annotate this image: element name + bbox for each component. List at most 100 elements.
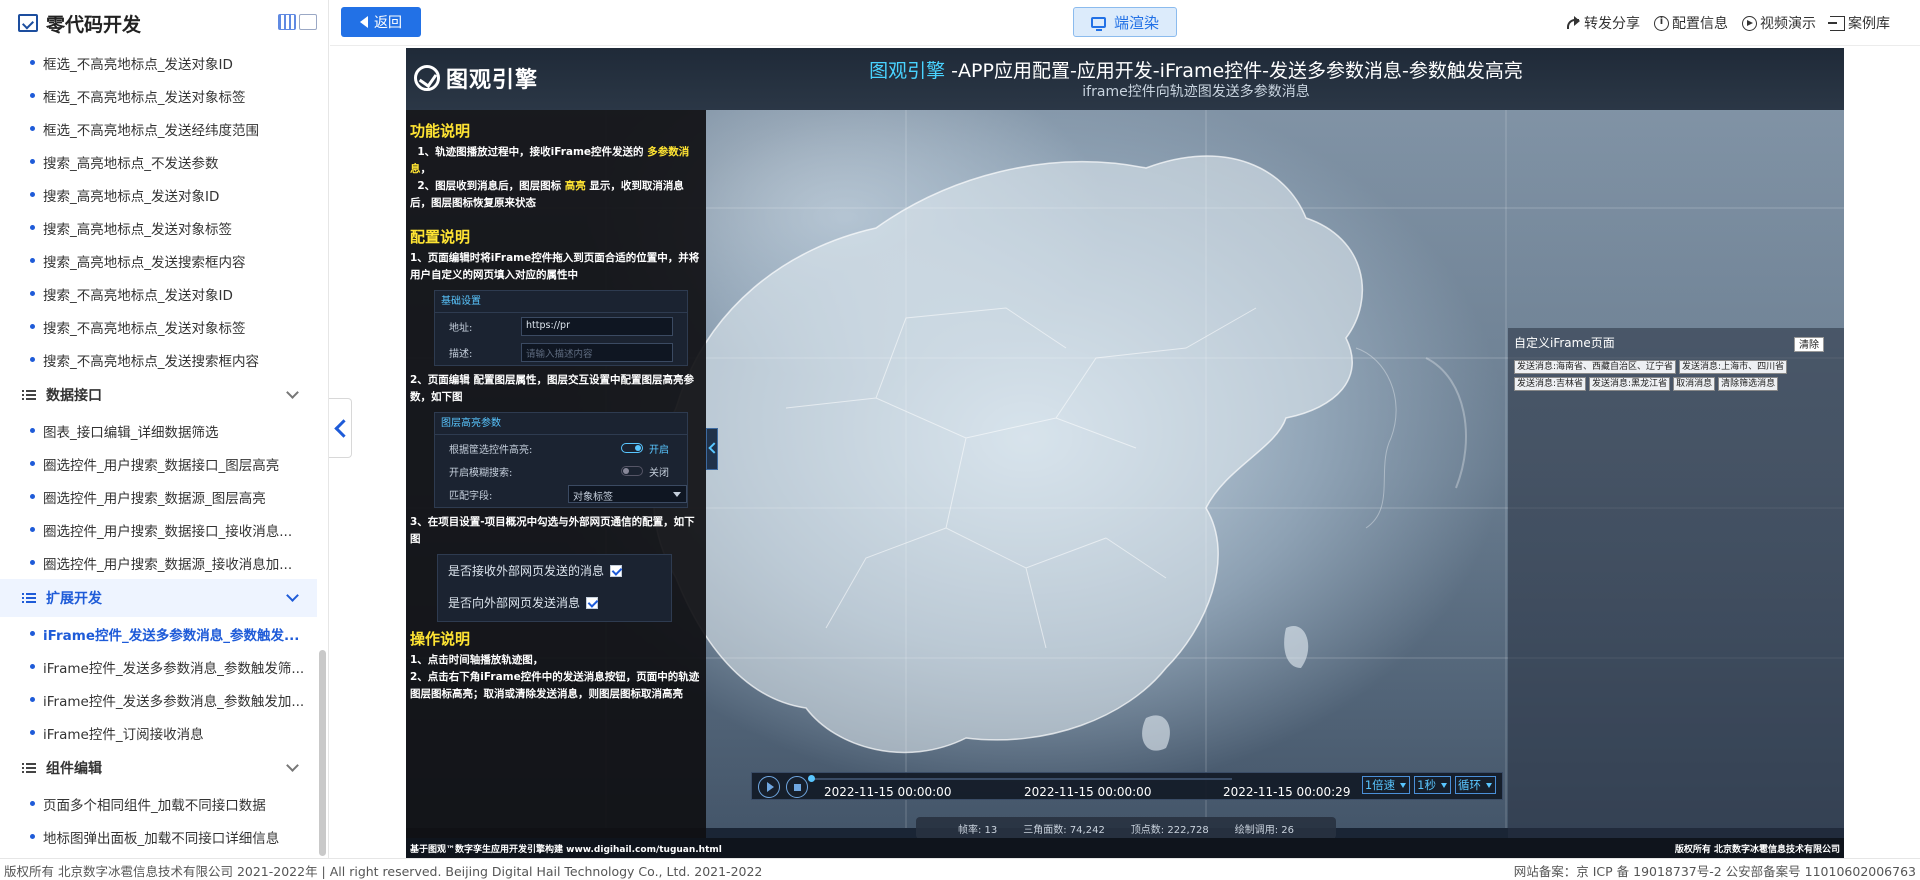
match-field-select: 对象标签 <box>567 485 687 503</box>
sidebar-item[interactable]: iFrame控件_发送多参数消息_参数触发加... <box>0 683 317 716</box>
scene-canvas[interactable]: 图观引擎 图观引擎 -APP应用配置-应用开发-iFrame控件-发送多参数消息… <box>406 48 1844 858</box>
sidebar-scrollbar[interactable] <box>319 650 326 856</box>
timeline-start: 2022-11-15 00:00:00 <box>824 785 952 799</box>
share-icon <box>1566 15 1581 31</box>
sidebar-item[interactable]: 搜索_不高亮地标点_发送对象ID <box>0 277 317 310</box>
loop-select[interactable]: 循环 <box>1455 776 1496 794</box>
back-button[interactable]: 返回 <box>341 7 421 37</box>
box-heading: 图层高亮参数 <box>435 413 687 435</box>
bullet-icon <box>30 291 35 296</box>
layer-highlight-box: 图层高亮参数 根据筐选控件高亮: 开启 开启模糊搜索: 关闭 匹配字段: 对象标签 <box>434 412 688 508</box>
send-msg-button[interactable]: 发送消息:海南省、西藏自治区、辽宁省 <box>1514 360 1677 374</box>
play-circle-icon <box>1742 15 1757 31</box>
bullet-icon <box>30 126 35 131</box>
config-info-button[interactable]: 配置信息 <box>1654 13 1728 33</box>
clear-button[interactable]: 清除 <box>1794 337 1824 352</box>
iframe-panel: 自定义iFrame页面 清除 发送消息:海南省、西藏自治区、辽宁省 发送消息:上… <box>1508 328 1844 846</box>
send-msg-button[interactable]: 发送消息:上海市、四川省 <box>1679 360 1788 374</box>
stop-icon[interactable] <box>786 776 808 798</box>
sidebar-collapse-button[interactable] <box>329 398 352 458</box>
chevron-down-icon <box>286 589 299 602</box>
step-select[interactable]: 1秒 <box>1414 776 1451 794</box>
sidebar-item[interactable]: 搜索_不高亮地标点_发送搜索框内容 <box>0 343 317 376</box>
sidebar-item[interactable]: 搜索_高亮地标点_发送搜索框内容 <box>0 244 317 277</box>
list-icon <box>22 762 36 774</box>
sidebar-item[interactable]: 框选_不高亮地标点_发送对象ID <box>0 46 317 79</box>
sidebar-item[interactable]: 圈选控件_用户搜索_数据源_图层高亮 <box>0 480 317 513</box>
bullet-icon <box>30 527 35 532</box>
sidebar-item[interactable]: 框选_不高亮地标点_发送对象标签 <box>0 79 317 112</box>
info-text: 2、点击右下角iFrame控件中的发送消息按钮，页面中的轨迹图层图标高亮；取消或… <box>410 671 700 700</box>
send-msg-button[interactable]: 发送消息:黑龙江省 <box>1589 377 1671 391</box>
bullet-icon <box>30 834 35 839</box>
info-panel: 功能说明 1、轨迹图播放过程中，接收iFrame控件发送的 多参数消息， 2、图… <box>406 110 706 846</box>
sidebar-item[interactable]: 图表_接口编辑_详细数据筛选 <box>0 414 317 447</box>
sidebar-item[interactable]: 圈选控件_用户搜索_数据接口_图层高亮 <box>0 447 317 480</box>
sidebar-item[interactable]: 页面多个相同组件_加载不同接口数据 <box>0 787 317 820</box>
sidebar-item[interactable]: 搜索_高亮地标点_发送对象标签 <box>0 211 317 244</box>
chevron-down-icon <box>286 759 299 772</box>
render-mode-button[interactable]: 端渲染 <box>1073 7 1177 37</box>
bullet-icon <box>30 730 35 735</box>
top-bar: 返回 端渲染 转发分享 配置信息 视频演示 案例库 <box>330 0 1920 46</box>
sidebar-item-active[interactable]: iFrame控件_发送多参数消息_参数触发... <box>0 617 317 650</box>
section-heading: 配置说明 <box>410 228 471 246</box>
bullet-icon <box>30 357 35 362</box>
chevron-down-icon <box>286 386 299 399</box>
info-text: 1、轨迹图播放过程中，接收iFrame控件发送的 多参数消息， <box>410 146 690 175</box>
icp-text: 网站备案：京 ICP 备 19018737号-2 公安部备案号 11010602… <box>1513 864 1916 879</box>
info-text: 1、页面编辑时将iFrame控件拖入到页面合适的位置中，并将用户自定义的网页填入… <box>410 252 700 281</box>
exit-icon <box>1828 15 1845 31</box>
sidebar-group-component-edit[interactable]: 组件编辑 <box>0 749 317 787</box>
sidebar-item[interactable]: iFrame控件_订阅接收消息 <box>0 716 317 749</box>
iframe-buttons: 发送消息:海南省、西藏自治区、辽宁省 发送消息:上海市、四川省 发送消息:吉林省… <box>1514 360 1834 391</box>
bullet-icon <box>30 697 35 702</box>
image-view-icon[interactable] <box>299 14 317 30</box>
settings-checkboxes: 是否接收外部网页发送的消息 是否向外部网页发送消息 <box>437 554 672 622</box>
sidebar-item[interactable]: 圈选控件_用户搜索_数据接口_接收消息... <box>0 513 317 546</box>
cancel-msg-button[interactable]: 取消消息 <box>1673 377 1716 391</box>
timeline-handle[interactable] <box>808 775 815 782</box>
speed-select[interactable]: 1倍速 <box>1361 776 1411 794</box>
play-icon[interactable] <box>758 776 780 798</box>
bullet-icon <box>30 664 35 669</box>
basic-settings-box: 基础设置 地址: https://pr 描述: 请输入描述内容 <box>434 290 688 366</box>
send-msg-button[interactable]: 发送消息:吉林省 <box>1514 377 1587 391</box>
sidebar-item[interactable]: 框选_不高亮地标点_发送经纬度范围 <box>0 112 317 145</box>
sidebar-item[interactable]: 搜索_不高亮地标点_发送对象标签 <box>0 310 317 343</box>
info-icon <box>1654 15 1669 31</box>
bullet-icon <box>30 93 35 98</box>
panel-collapse-handle[interactable] <box>706 428 718 470</box>
brand-logo: 图观引擎 <box>414 62 538 94</box>
address-field: https://pr <box>521 316 673 336</box>
sidebar-group-extension[interactable]: 扩展开发 <box>0 579 317 617</box>
case-library-button[interactable]: 案例库 <box>1828 13 1890 33</box>
canvas-title: 图观引擎 -APP应用配置-应用开发-iFrame控件-发送多参数消息-参数触发… <box>869 60 1523 82</box>
canvas-header: 图观引擎 图观引擎 -APP应用配置-应用开发-iFrame控件-发送多参数消息… <box>406 48 1844 110</box>
back-arrow-icon <box>360 16 368 28</box>
sidebar-item[interactable]: iFrame控件_发送多参数消息_参数触发筛... <box>0 650 317 683</box>
sidebar-list: 框选_不高亮地标点_发送对象ID 框选_不高亮地标点_发送对象标签 框选_不高亮… <box>0 46 317 853</box>
description-field: 请输入描述内容 <box>521 342 673 362</box>
bullet-icon <box>30 258 35 263</box>
sidebar: 零代码开发 框选_不高亮地标点_发送对象ID 框选_不高亮地标点_发送对象标签 … <box>0 0 329 858</box>
sidebar-item[interactable]: 地标图弹出面板_加载不同接口详细信息 <box>0 820 317 853</box>
top-actions: 转发分享 配置信息 视频演示 案例库 <box>1566 0 1890 46</box>
sidebar-item[interactable]: 搜索_高亮地标点_不发送参数 <box>0 145 317 178</box>
sidebar-group-data-interface[interactable]: 数据接口 <box>0 376 317 414</box>
sidebar-item[interactable]: 圈选控件_用户搜索_数据源_接收消息加... <box>0 546 317 579</box>
bullet-icon <box>30 60 35 65</box>
list-view-icon[interactable] <box>278 14 296 30</box>
video-demo-button[interactable]: 视频演示 <box>1742 13 1816 33</box>
clear-filter-button[interactable]: 清除筛选消息 <box>1718 377 1779 391</box>
timeline-track[interactable] <box>812 778 1232 780</box>
iframe-title: 自定义iFrame页面 <box>1514 336 1615 350</box>
checkbox-checked-icon <box>586 597 599 609</box>
box-heading: 基础设置 <box>435 291 687 313</box>
sidebar-item[interactable]: 搜索_高亮地标点_发送对象ID <box>0 178 317 211</box>
bullet-icon <box>30 494 35 499</box>
canvas-footer: 基于图观™数字孪生应用开发引擎构建 www.digihail.com/tugua… <box>406 838 1844 858</box>
share-button[interactable]: 转发分享 <box>1566 13 1640 33</box>
bullet-icon <box>30 324 35 329</box>
page-footer: 版权所有 北京数字冰雹信息技术有限公司 2021-2022年 | All rig… <box>0 858 1920 879</box>
